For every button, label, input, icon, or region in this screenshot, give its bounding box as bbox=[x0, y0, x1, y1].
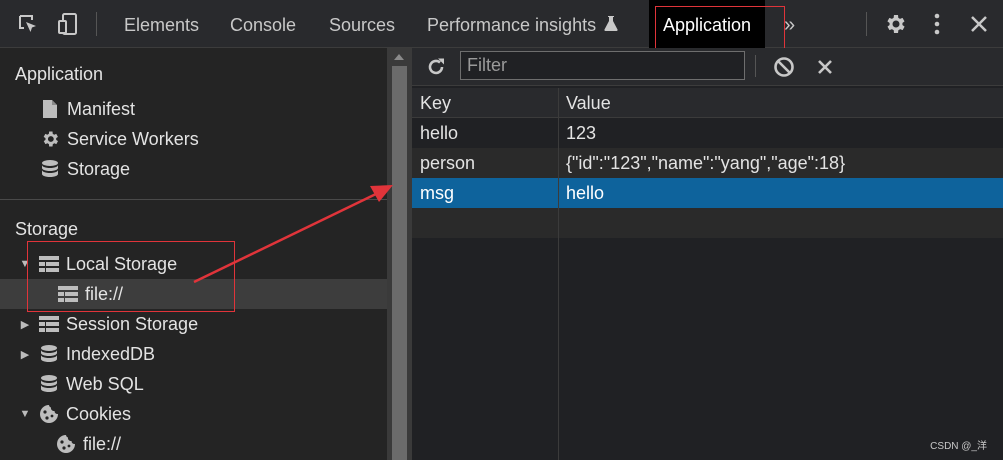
annotation-arrow bbox=[193, 185, 393, 284]
